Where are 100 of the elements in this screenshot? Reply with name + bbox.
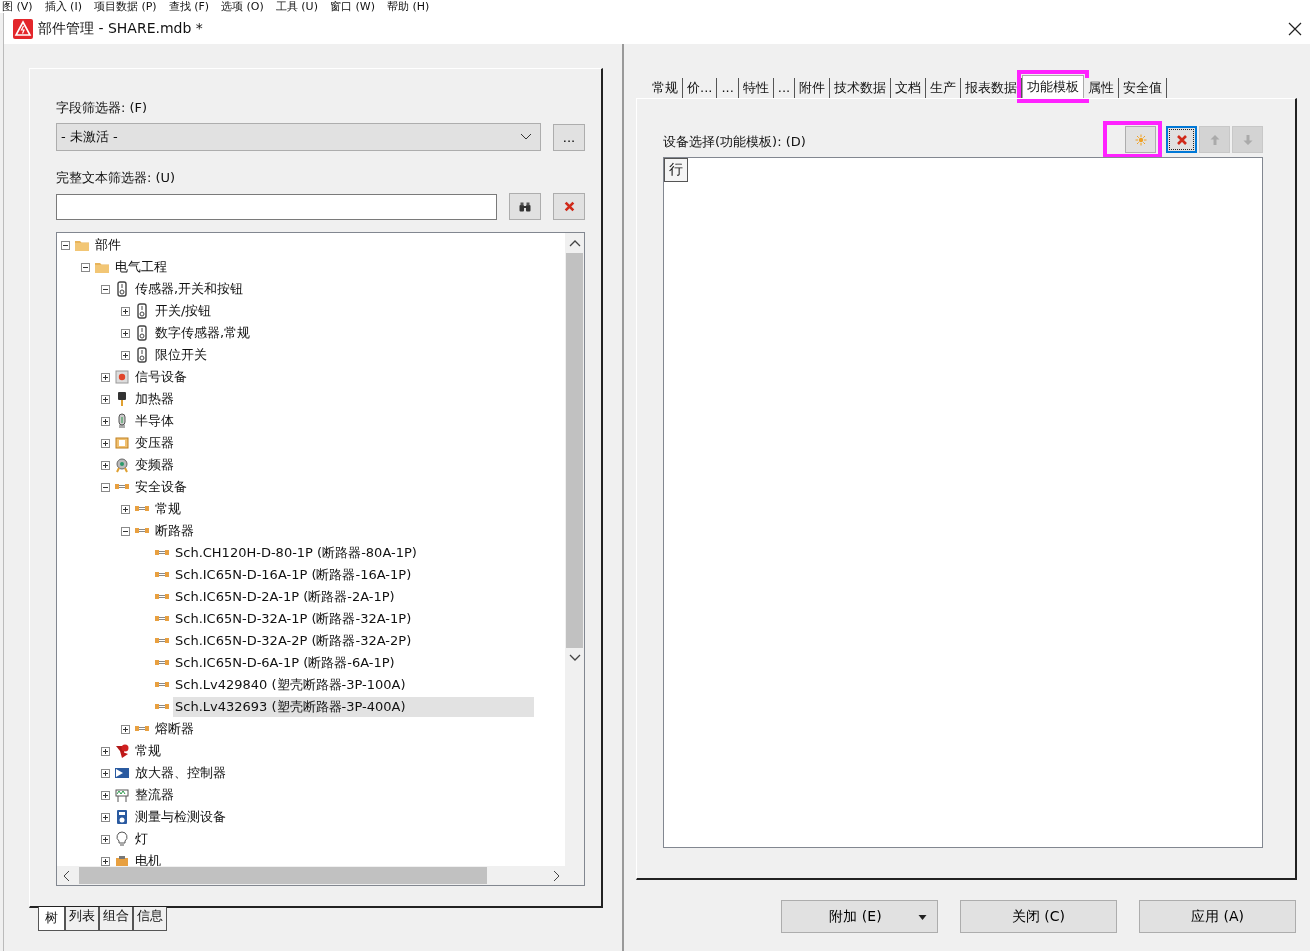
tree-item[interactable]: Sch.IC65N-D-6A-1P (断路器-6A-1P): [173, 653, 397, 673]
row-header: 行: [664, 158, 688, 182]
tree-item[interactable]: 半导体: [133, 411, 176, 431]
expand-icon[interactable]: [101, 768, 110, 778]
tab[interactable]: 组合: [99, 907, 133, 931]
menu-item[interactable]: 工具 (U): [275, 0, 318, 13]
filter-dropdown[interactable]: - 未激活 -: [56, 123, 541, 151]
collapse-icon[interactable]: [101, 284, 110, 294]
motor-icon: [114, 853, 130, 866]
clear-button[interactable]: [553, 193, 585, 220]
vertical-scrollbar[interactable]: [565, 233, 584, 866]
tree-item[interactable]: 灯: [133, 829, 150, 849]
expand-icon[interactable]: [101, 394, 110, 404]
chevron-down-icon[interactable]: [520, 133, 532, 141]
tree-item[interactable]: Sch.IC65N-D-32A-2P (断路器-32A-2P): [173, 631, 414, 651]
dialog-button[interactable]: 关闭 (C): [960, 900, 1117, 933]
menu-item[interactable]: 项目数据 (P): [93, 0, 157, 13]
tree-item[interactable]: Sch.Lv432693 (塑壳断路器-3P-400A): [173, 697, 534, 717]
collapse-icon[interactable]: [81, 262, 90, 272]
arrow-up-icon: [1208, 133, 1221, 146]
tree-item[interactable]: 整流器: [133, 785, 176, 805]
tree-item[interactable]: Sch.IC65N-D-32A-1P (断路器-32A-1P): [173, 609, 414, 629]
signal-lamp-icon: [114, 369, 130, 385]
collapse-icon[interactable]: [101, 482, 110, 492]
tree-item[interactable]: 常规: [153, 499, 183, 519]
expand-icon[interactable]: [101, 416, 110, 426]
expand-icon[interactable]: [121, 350, 130, 360]
close-icon: [563, 201, 575, 212]
field-label: 设备选择(功能模板): (D): [663, 133, 806, 151]
sensor-icon: [134, 347, 150, 363]
tree-item[interactable]: 变频器: [133, 455, 176, 475]
expand-icon[interactable]: [101, 856, 110, 866]
tree-item[interactable]: Sch.CH120H-D-80-1P (断路器-80A-1P): [173, 543, 419, 563]
chevron-down-icon[interactable]: [568, 654, 581, 662]
delete-icon: [1175, 133, 1188, 146]
tree-item[interactable]: 测量与检测设备: [133, 807, 228, 827]
expand-icon[interactable]: [121, 306, 130, 316]
device-icon: [114, 457, 130, 473]
tree-item[interactable]: 变压器: [133, 433, 176, 453]
tree-item[interactable]: 电气工程: [113, 257, 169, 277]
close-icon[interactable]: [1288, 21, 1302, 36]
field-label: 字段筛选器: (F): [56, 99, 149, 117]
tree-item[interactable]: 放大器、控制器: [133, 763, 228, 783]
dialog-button[interactable]: 附加 (E): [781, 900, 938, 933]
find-button[interactable]: [509, 193, 541, 220]
expand-icon[interactable]: [101, 812, 110, 822]
tab[interactable]: 信息: [133, 907, 167, 931]
tree-item[interactable]: 部件: [93, 235, 123, 255]
chevron-right-icon[interactable]: [552, 869, 560, 882]
horizontal-scrollbar[interactable]: [57, 866, 584, 885]
expand-icon[interactable]: [101, 746, 110, 756]
rectifier-icon: [114, 787, 130, 803]
tree-item[interactable]: 信号设备: [133, 367, 189, 387]
tab[interactable]: 列表: [65, 907, 99, 931]
tab[interactable]: 树: [38, 907, 65, 931]
shapes-icon: [114, 743, 130, 759]
expand-icon[interactable]: [121, 328, 130, 338]
tree-item[interactable]: 安全设备: [133, 477, 189, 497]
menu-item[interactable]: 查找 (F): [168, 0, 210, 13]
expand-icon[interactable]: [101, 460, 110, 470]
menu-item[interactable]: 图 (V): [2, 0, 33, 13]
menu-item[interactable]: 帮助 (H): [386, 0, 430, 13]
menu-item[interactable]: 插入 (I): [44, 0, 82, 13]
chevron-left-icon[interactable]: [63, 869, 71, 882]
new-icon: [1134, 133, 1147, 146]
dialog-button[interactable]: 应用 (A): [1139, 900, 1296, 933]
expand-icon[interactable]: [101, 834, 110, 844]
amplifier-icon: [114, 765, 130, 781]
delete-button[interactable]: [1166, 126, 1197, 153]
tree-item[interactable]: 熔断器: [153, 719, 196, 739]
more-button[interactable]: ...: [553, 123, 585, 151]
meter-icon: [114, 809, 130, 825]
collapse-icon[interactable]: [61, 240, 70, 250]
collapse-icon[interactable]: [121, 526, 130, 536]
menu-item[interactable]: 窗口 (W): [329, 0, 375, 13]
chevron-up-icon[interactable]: [568, 239, 581, 247]
search-field[interactable]: [56, 193, 497, 220]
tree-item[interactable]: 限位开关: [153, 345, 209, 365]
tree-item[interactable]: 数字传感器,常规: [153, 323, 253, 343]
menu-item[interactable]: 选项 (O): [221, 0, 264, 13]
expand-icon[interactable]: [121, 724, 130, 734]
expand-icon[interactable]: [101, 372, 110, 382]
tree-item[interactable]: 常规: [133, 741, 163, 761]
tree-item[interactable]: Sch.IC65N-D-16A-1P (断路器-16A-1P): [173, 565, 414, 585]
expand-icon[interactable]: [121, 504, 130, 514]
sensor-icon: [134, 303, 150, 319]
expand-icon[interactable]: [101, 790, 110, 800]
sensor-icon: [114, 281, 130, 297]
expand-icon[interactable]: [101, 438, 110, 448]
tree-item[interactable]: 加热器: [133, 389, 176, 409]
sensor-icon: [134, 325, 150, 341]
tree-item[interactable]: Sch.IC65N-D-2A-1P (断路器-2A-1P): [173, 587, 397, 607]
tree-item[interactable]: 传感器,开关和按钮: [133, 279, 246, 299]
tree-item[interactable]: 断路器: [153, 521, 196, 541]
tree-item[interactable]: 开关/按钮: [153, 301, 214, 321]
warning-icon: [13, 18, 33, 39]
caret-icon[interactable]: [918, 915, 927, 920]
transformer-icon: [114, 435, 130, 451]
tree-item[interactable]: Sch.Lv429840 (塑壳断路器-3P-100A): [173, 675, 408, 695]
tree-item[interactable]: 电机: [133, 851, 163, 866]
